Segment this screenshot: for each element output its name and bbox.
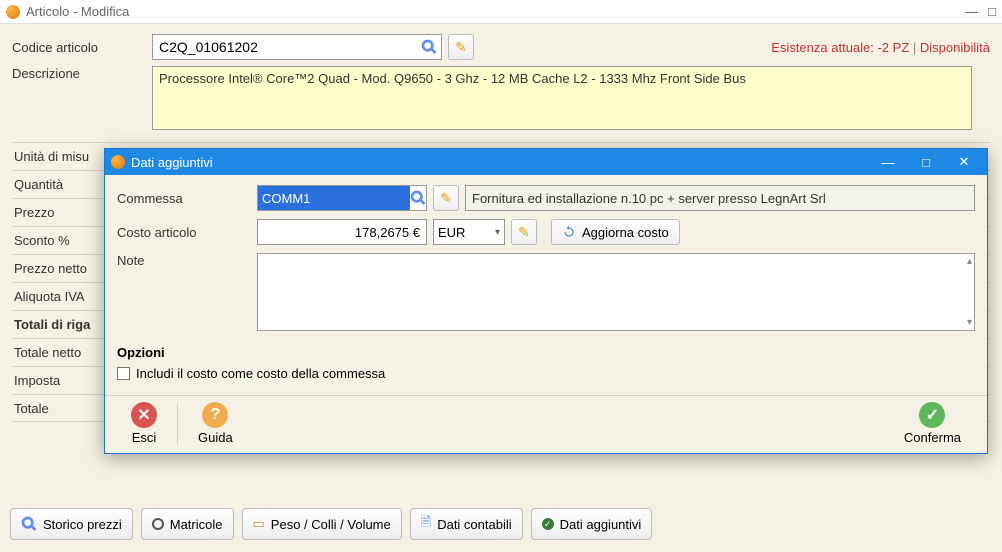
help-icon: ? (202, 402, 228, 428)
note-textarea[interactable]: ▴ ▾ (257, 253, 975, 331)
confirm-button[interactable]: ✓ Conferma (894, 402, 971, 445)
maximize-icon[interactable]: □ (988, 4, 996, 19)
stock-status[interactable]: Esistenza attuale: -2 PZ | Disponibilità (771, 40, 990, 55)
include-cost-label: Includi il costo come costo della commes… (136, 366, 385, 381)
note-label: Note (117, 253, 257, 268)
code-input-wrap[interactable] (152, 34, 442, 60)
edit-cost-button[interactable]: ✎ (511, 219, 537, 245)
code-label: Codice articolo (12, 40, 152, 55)
commessa-value: COMM1 (258, 186, 410, 210)
serials-button[interactable]: Matricole (141, 508, 234, 540)
scroll-down-icon[interactable]: ▾ (967, 317, 972, 328)
extra-data-dialog: Dati aggiuntivi — □ ✕ Commessa COMM1 ✎ F… (104, 148, 988, 454)
search-icon (21, 516, 37, 532)
dialog-close-button[interactable]: ✕ (947, 152, 981, 172)
desc-label: Descrizione (12, 66, 152, 81)
dialog-action-bar: ✕ Esci ? Guida ✓ Conferma (105, 395, 987, 453)
refresh-icon (562, 225, 576, 239)
description-text[interactable]: Processore Intel® Core™2 Quad - Mod. Q96… (152, 66, 972, 130)
app-icon (6, 5, 20, 19)
commessa-input[interactable]: COMM1 (257, 185, 427, 211)
circle-icon (152, 518, 164, 530)
doc-icon: 🗎 (421, 513, 431, 535)
cost-input[interactable]: 178,2675 € (257, 219, 427, 245)
box-icon: ▭ (253, 516, 265, 532)
commessa-label: Commessa (117, 191, 257, 206)
search-icon[interactable] (410, 190, 426, 206)
bottom-toolbar: Storico prezzi Matricole ▭ Peso / Colli … (0, 502, 1002, 546)
cost-label: Costo articolo (117, 225, 257, 240)
check-icon: ✓ (919, 402, 945, 428)
include-cost-checkbox-row[interactable]: Includi il costo come costo della commes… (117, 366, 975, 381)
pencil-icon: ✎ (455, 39, 467, 56)
currency-select[interactable]: EUR ▾ (433, 219, 505, 245)
dialog-minimize-button[interactable]: — (871, 152, 905, 172)
pencil-icon: ✎ (440, 190, 452, 207)
extra-data-button[interactable]: ✓ Dati aggiuntivi (531, 508, 653, 540)
history-button[interactable]: Storico prezzi (10, 508, 133, 540)
close-icon: ✕ (131, 402, 157, 428)
help-button[interactable]: ? Guida (188, 402, 243, 445)
edit-commessa-button[interactable]: ✎ (433, 185, 459, 211)
exit-button[interactable]: ✕ Esci (121, 402, 167, 445)
check-icon: ✓ (542, 518, 554, 530)
main-titlebar: Articolo - Modifica — □ (0, 0, 1002, 24)
accounting-button[interactable]: 🗎 Dati contabili (410, 508, 523, 540)
chevron-down-icon: ▾ (495, 227, 500, 238)
window-title: Articolo - Modifica (26, 4, 129, 19)
separator (177, 404, 178, 444)
commessa-description: Fornitura ed installazione n.10 pc + ser… (465, 185, 975, 211)
code-input[interactable] (157, 36, 421, 58)
weight-button[interactable]: ▭ Peso / Colli / Volume (242, 508, 402, 540)
dialog-maximize-button[interactable]: □ (909, 152, 943, 172)
search-icon[interactable] (421, 39, 437, 55)
pencil-icon: ✎ (518, 224, 530, 241)
scroll-up-icon[interactable]: ▴ (967, 256, 972, 267)
checkbox-icon[interactable] (117, 367, 130, 380)
options-header: Opzioni (117, 345, 975, 360)
app-icon (111, 155, 125, 169)
minimize-icon[interactable]: — (965, 4, 978, 19)
dialog-titlebar: Dati aggiuntivi — □ ✕ (105, 149, 987, 175)
dialog-title: Dati aggiuntivi (131, 155, 213, 170)
edit-code-button[interactable]: ✎ (448, 34, 474, 60)
update-cost-button[interactable]: Aggiorna costo (551, 219, 680, 245)
